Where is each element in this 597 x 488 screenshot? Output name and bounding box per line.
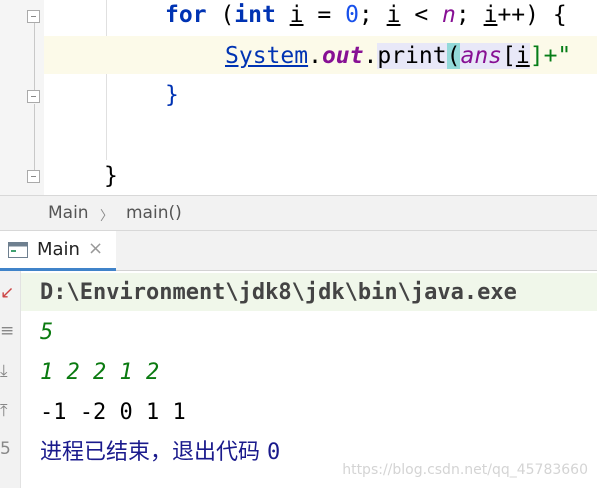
breadcrumb: Main 〉 main() bbox=[0, 195, 597, 231]
code-line-close-brace[interactable]: } bbox=[104, 156, 118, 195]
punct: ; bbox=[455, 2, 484, 28]
variable-i: i bbox=[515, 43, 530, 69]
fold-toggle-icon[interactable] bbox=[27, 10, 40, 23]
console-command-line: D:\Environment\jdk8\jdk\bin\java.exe bbox=[40, 280, 517, 305]
variable-ans: ans bbox=[460, 43, 503, 69]
fold-line bbox=[34, 14, 35, 94]
breadcrumb-separator-icon: 〉 bbox=[100, 209, 114, 224]
fold-toggle-icon[interactable] bbox=[27, 170, 40, 183]
scroll-top-icon[interactable]: ⤒ bbox=[0, 401, 8, 421]
code-editor[interactable]: for (int i = 0; i < n; i++) { System.out… bbox=[0, 0, 597, 195]
keyword-int: int bbox=[234, 2, 276, 28]
number-literal: 0 bbox=[345, 2, 359, 28]
console-icon bbox=[8, 242, 28, 258]
fold-toggle-icon[interactable] bbox=[27, 90, 40, 103]
paren-match: ( bbox=[446, 43, 461, 69]
watermark: https://blog.csdn.net/qq_45783660 bbox=[342, 462, 588, 478]
exit-text: 进程已结束，退出代码 bbox=[40, 440, 267, 465]
variable-i: i bbox=[386, 2, 401, 28]
variable-i: i bbox=[289, 2, 304, 28]
menu-icon[interactable]: ≡ bbox=[0, 321, 14, 341]
punct: . bbox=[363, 43, 378, 69]
variable-n: n bbox=[442, 2, 456, 28]
exit-code: 0 bbox=[267, 440, 281, 465]
run-tab-main[interactable]: Main × bbox=[0, 231, 116, 271]
run-console[interactable]: ↙ ≡ ⤓ ⤒ 5 D:\Environment\jdk8\jdk\bin\ja… bbox=[0, 271, 597, 488]
console-toolbar: ↙ ≡ ⤓ ⤒ 5 bbox=[0, 271, 21, 488]
console-output: -1 -2 0 1 1 bbox=[40, 400, 186, 425]
side-number: 5 bbox=[0, 439, 11, 459]
console-input-values: 1 2 2 1 2 bbox=[40, 360, 160, 385]
code-line-print[interactable]: System.out.print(ans[i]+" bbox=[225, 36, 571, 76]
code-line-for[interactable]: for (int i = 0; i < n; i++) { bbox=[165, 0, 567, 35]
console-input-n: 5 bbox=[40, 320, 54, 345]
scroll-end-icon[interactable]: ⤓ bbox=[0, 361, 8, 381]
class-system[interactable]: System bbox=[225, 43, 308, 69]
run-tab-label: Main bbox=[37, 239, 80, 260]
punct: ++) { bbox=[497, 2, 567, 28]
console-exit-message: 进程已结束，退出代码 0 bbox=[40, 433, 280, 473]
code-line-close-brace[interactable]: } bbox=[165, 75, 179, 115]
string-fragment: ]+" bbox=[529, 43, 572, 69]
punct: [ bbox=[502, 43, 516, 69]
close-icon[interactable]: × bbox=[88, 238, 103, 259]
breadcrumb-method[interactable]: main() bbox=[126, 203, 182, 223]
punct: ( bbox=[206, 2, 235, 28]
punct: . bbox=[308, 43, 322, 69]
punct: < bbox=[400, 2, 443, 28]
breadcrumb-class[interactable]: Main bbox=[48, 203, 89, 223]
fold-line bbox=[34, 104, 35, 174]
indent-guide bbox=[106, 0, 107, 160]
variable-i: i bbox=[483, 2, 498, 28]
punct: ; bbox=[358, 2, 387, 28]
keyword-for: for bbox=[165, 2, 207, 28]
run-tool-header: Main × bbox=[0, 231, 597, 271]
method-print: print bbox=[377, 43, 447, 69]
field-out: out bbox=[321, 43, 364, 69]
soft-wrap-icon[interactable]: ↙ bbox=[0, 283, 14, 303]
punct: = bbox=[303, 2, 346, 28]
